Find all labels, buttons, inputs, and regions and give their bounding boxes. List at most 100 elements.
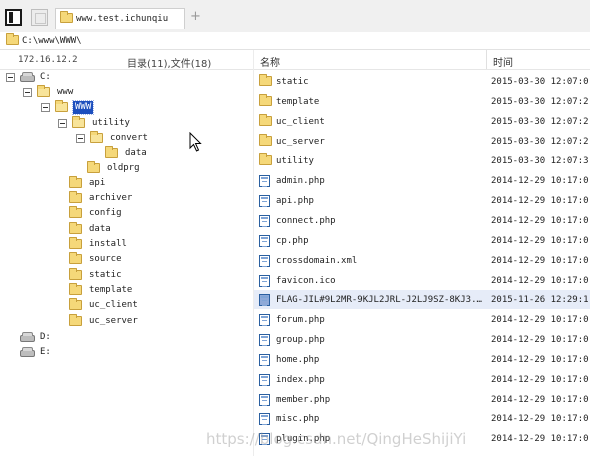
collapse-toggle-icon[interactable] [23,88,32,97]
folder-icon [259,74,272,86]
address-bar[interactable]: C:\www\WWW\ [0,32,590,50]
file-time: 2015-11-26 12:29:1 [491,295,589,306]
file-row[interactable]: member.php 2014-12-29 10:17:0 [254,390,590,409]
tree-node-label: static [89,270,122,280]
column-header-time[interactable]: 时间 [493,54,513,69]
file-row[interactable]: group.php 2014-12-29 10:17:0 [254,330,590,349]
folder-icon [72,116,85,128]
folder-icon [69,283,82,295]
folder-icon [69,268,82,280]
file-name: forum.php [276,315,325,326]
tree-node-label: source [89,254,122,264]
window-icon[interactable] [31,9,48,26]
folder-icon [69,222,82,234]
file-row[interactable]: admin.php 2014-12-29 10:17:0 [254,171,590,190]
folder-row[interactable]: uc_client 2015-03-30 12:07:2 [254,112,590,131]
file-name: favicon.ico [276,275,336,286]
file-time: 2015-03-30 12:07:0 [491,77,589,87]
file-row[interactable]: connect.php 2014-12-29 10:17:0 [254,211,590,230]
file-time: 2014-12-29 10:17:0 [491,315,589,326]
file-time: 2014-12-29 10:17:0 [491,394,589,405]
file-time: 2015-03-30 12:07:2 [491,116,589,127]
file-name: connect.php [276,215,336,226]
file-row[interactable]: cp.php 2014-12-29 10:17:0 [254,231,590,250]
file-icon [259,214,270,227]
collapse-toggle-icon[interactable] [41,103,50,112]
file-icon [259,334,270,347]
column-separator[interactable] [486,50,487,69]
tree-node-label: convert [110,133,148,143]
file-time: 2014-12-29 10:17:0 [491,255,589,266]
tree-node-label: api [89,178,106,188]
mouse-cursor-icon [189,132,202,152]
file-row[interactable]: crossdomain.xml 2014-12-29 10:17:0 [254,251,590,270]
file-name: group.php [276,335,325,346]
file-time: 2014-12-29 10:17:0 [491,374,589,385]
file-name: plugin.php [276,434,331,445]
folder-icon [69,237,82,249]
file-time: 2015-03-30 12:07:3 [491,156,589,167]
tab-www-test-ichunqiu[interactable]: www.test.ichunqiu [55,8,185,29]
file-name: static [276,77,309,87]
collapse-toggle-icon[interactable] [58,119,67,128]
tree-node-label: template [89,285,133,295]
folder-icon [259,93,272,106]
file-time: 2014-12-29 10:17:0 [491,414,589,425]
file-time: 2015-03-30 12:07:2 [491,136,589,147]
file-icon [259,413,270,426]
file-row[interactable]: index.php 2014-12-29 10:17:0 [254,370,590,389]
collapse-toggle-icon[interactable] [76,134,85,143]
tree-node-label: www [57,87,74,97]
file-time: 2014-12-29 10:17:0 [491,354,589,365]
tree-node-label: WWW [71,100,95,115]
file-icon [259,314,270,327]
folder-icon [259,153,272,166]
file-icon [259,373,270,386]
drive-icon [20,347,35,357]
file-row[interactable]: home.php 2014-12-29 10:17:0 [254,350,590,369]
file-row[interactable]: FLAG-JIL#9L2MR-9KJL2JRL-J2LJ9SZ-8KJ3... 2… [254,290,590,310]
file-name: index.php [276,374,325,385]
file-list-pane: 名称 时间 static 2015-03-30 12:07:0 template 20… [254,50,590,456]
new-tab-button[interactable]: + [190,9,201,24]
folder-icon [105,146,118,158]
tree-node-label: E: [40,347,51,357]
folder-icon [69,176,82,188]
folder-icon [69,298,82,310]
file-time: 2014-12-29 10:17:0 [491,196,589,207]
tree-node-label: config [89,208,122,218]
tree-node-label: D: [40,332,51,342]
tree-node-label: uc_server [89,316,138,326]
file-icon [259,254,270,267]
file-icon [259,433,270,446]
file-icon [259,234,270,247]
folder-row[interactable]: template 2015-03-30 12:07:2 [254,92,590,111]
address-path[interactable]: C:\www\WWW\ [22,36,82,46]
file-icon [259,274,270,287]
file-icon [259,393,270,406]
file-row[interactable]: forum.php 2014-12-29 10:17:0 [254,310,590,329]
column-header-name[interactable]: 名称 [260,54,280,69]
item-summary: 目录(11),文件(18) [127,59,212,70]
folder-row[interactable]: utility 2015-03-30 12:07:3 [254,151,590,170]
folder-icon [87,161,100,173]
file-time: 2014-12-29 10:17:0 [491,215,589,226]
collapse-toggle-icon[interactable] [6,73,15,82]
file-row[interactable]: misc.php 2014-12-29 10:17:0 [254,409,590,428]
file-row[interactable]: favicon.ico 2014-12-29 10:17:0 [254,271,590,290]
folder-icon [259,133,272,146]
file-icon [259,294,270,307]
file-name: api.php [276,196,314,207]
file-row[interactable]: plugin.php 2014-12-29 10:17:0 [254,429,590,448]
tree-node-label: archiver [89,193,133,203]
folder-row[interactable]: static 2015-03-30 12:07:0 [254,72,590,91]
folder-icon [60,11,73,23]
divider [254,69,590,70]
sidebar-icon[interactable] [5,9,22,26]
drive-icon [20,332,35,342]
directory-tree-pane: 172.16.12.2 目录(11),文件(18) C: www WWW utilit… [0,50,254,456]
folder-row[interactable]: uc_server 2015-03-30 12:07:2 [254,132,590,151]
file-name: uc_client [276,116,325,127]
file-icon [259,353,270,366]
file-row[interactable]: api.php 2014-12-29 10:17:0 [254,191,590,210]
